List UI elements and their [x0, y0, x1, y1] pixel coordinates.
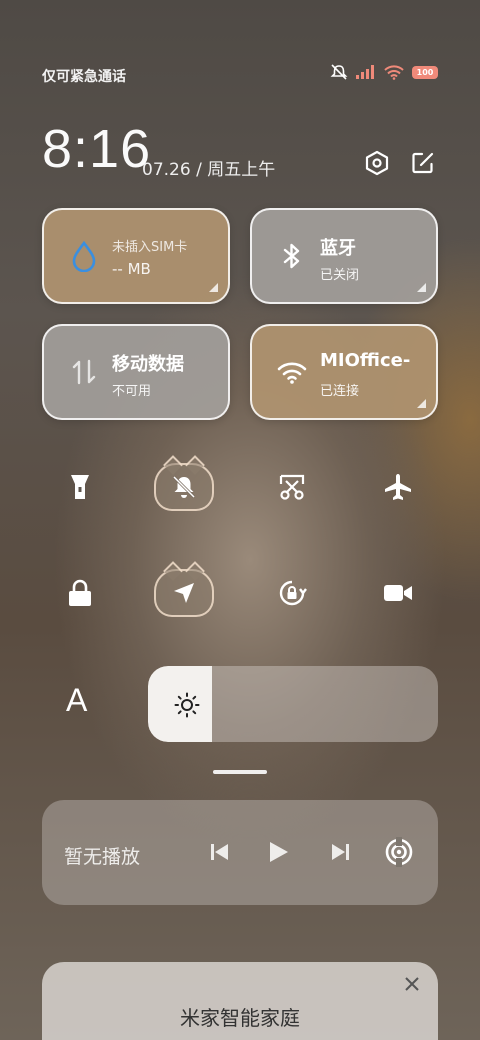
audio-output-icon[interactable] [384, 837, 414, 867]
edit-icon[interactable] [410, 150, 436, 176]
mute-bell-icon [330, 64, 348, 80]
wifi-status-icon [384, 64, 404, 80]
smart-home-title: 米家智能家庭 [180, 1006, 300, 1030]
toggle-flashlight[interactable] [50, 462, 110, 512]
brightness-slider[interactable] [148, 666, 438, 742]
bell-off-icon [172, 475, 196, 499]
smart-home-card[interactable]: 米家智能家庭 [42, 962, 438, 1040]
wifi-icon [277, 362, 307, 384]
tile-bluetooth[interactable]: 蓝牙 已关闭 [250, 208, 438, 304]
water-drop-icon [72, 240, 96, 272]
tile-mobile-data-title: 移动数据 [112, 354, 184, 375]
cat-badge [154, 463, 214, 511]
auto-brightness-button[interactable]: A [66, 682, 87, 719]
tile-sim-data[interactable]: 未插入SIM卡 -- MB [42, 208, 230, 304]
toggle-rotation-lock[interactable] [262, 568, 322, 618]
next-track-icon[interactable] [326, 838, 354, 866]
toggle-screen-record[interactable] [368, 568, 428, 618]
toggle-airplane[interactable] [368, 462, 428, 512]
toggle-location[interactable] [154, 568, 214, 618]
airplane-icon [385, 474, 411, 500]
scissors-icon [279, 474, 305, 500]
cat-badge [154, 569, 214, 617]
toggle-silent[interactable] [154, 462, 214, 512]
data-arrows-icon [72, 359, 96, 385]
expand-corner-icon[interactable] [417, 399, 426, 408]
tile-mobile-data-sub: 不可用 [112, 384, 152, 399]
rotation-lock-icon [279, 580, 307, 606]
signal-icon [356, 65, 374, 79]
toggle-lock-screen[interactable] [50, 568, 110, 618]
media-status-text: 暂无播放 [64, 846, 141, 868]
tile-wifi-sub: 已连接 [320, 384, 360, 399]
flashlight-icon [71, 475, 89, 499]
battery-icon: 100 [412, 65, 438, 79]
video-camera-icon [384, 585, 412, 601]
status-carrier-text: 仅可紧急通话 [42, 69, 126, 85]
sun-icon [174, 692, 200, 718]
expand-corner-icon[interactable] [417, 283, 426, 292]
location-arrow-icon [174, 583, 194, 603]
lock-icon [69, 579, 91, 606]
tile-sim-sub: -- MB [112, 260, 151, 278]
tile-wifi[interactable]: MIOffice- 已连接 [250, 324, 438, 420]
panel-drag-handle[interactable] [213, 770, 267, 774]
tile-bluetooth-sub: 已关闭 [320, 268, 360, 283]
settings-icon[interactable] [364, 150, 390, 176]
media-player-card: 暂无播放 [42, 800, 438, 905]
bluetooth-icon [283, 243, 300, 269]
tile-sim-title: 未插入SIM卡 [112, 240, 188, 255]
tile-mobile-data[interactable]: 移动数据 不可用 [42, 324, 230, 420]
close-icon[interactable] [402, 974, 422, 994]
toggle-screenshot[interactable] [262, 462, 322, 512]
play-icon[interactable] [264, 838, 292, 866]
clock-date: 07.26 / 周五上午 [142, 160, 276, 180]
previous-track-icon[interactable] [206, 838, 234, 866]
expand-corner-icon[interactable] [209, 283, 218, 292]
tile-wifi-title: MIOffice- [320, 350, 411, 371]
tile-bluetooth-title: 蓝牙 [320, 238, 356, 259]
clock-time: 8:16 [42, 119, 152, 179]
status-icons: 100 [330, 64, 438, 80]
